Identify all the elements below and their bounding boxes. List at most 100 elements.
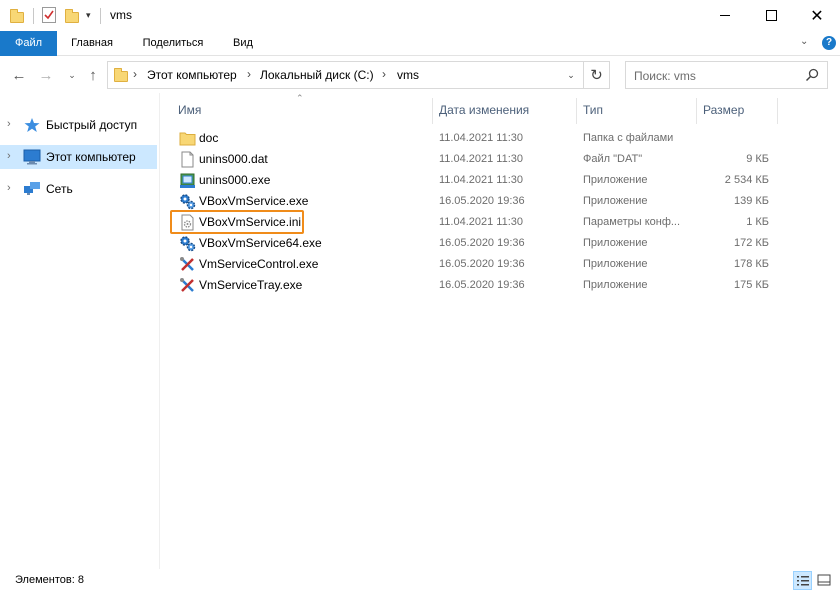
file-size: 172 КБ: [733, 237, 769, 249]
file-name: VBoxVmService.exe: [199, 194, 309, 208]
tab-view[interactable]: Вид: [224, 31, 262, 56]
tab-share[interactable]: Поделиться: [134, 31, 212, 56]
chevron-right-icon[interactable]: ›: [247, 67, 251, 81]
breadcrumb-vms[interactable]: vms: [397, 68, 419, 82]
file-name: unins000.dat: [199, 152, 268, 166]
help-icon[interactable]: ?: [822, 36, 836, 50]
file-name: unins000.exe: [199, 173, 271, 187]
sidebar-item-label: Этот компьютер: [46, 150, 136, 164]
tab-home[interactable]: Главная: [62, 31, 122, 56]
sidebar-item-quick-access[interactable]: › Быстрый доступ: [0, 113, 157, 137]
file-row-highlighted[interactable]: VBoxVmService.ini 11.04.2021 11:30 Парам…: [170, 210, 780, 234]
divider: [33, 8, 34, 24]
column-divider[interactable]: [777, 98, 778, 124]
file-size: 1 КБ: [746, 216, 769, 228]
file-size: 175 КБ: [733, 279, 769, 291]
file-size: 178 КБ: [733, 258, 769, 270]
file-size: 2 534 КБ: [724, 174, 769, 186]
file-date: 16.05.2020 19:36: [439, 195, 525, 207]
maximize-button[interactable]: [748, 0, 794, 31]
folder-icon: [179, 132, 196, 146]
chevron-right-icon[interactable]: ›: [7, 118, 11, 130]
sidebar-item-this-pc[interactable]: › Этот компьютер: [0, 145, 157, 169]
folder-icon: [114, 68, 128, 82]
search-icon[interactable]: [805, 68, 819, 82]
document-icon: [181, 151, 194, 168]
file-type: Приложение: [583, 279, 648, 291]
column-header-date[interactable]: Дата изменения: [439, 103, 529, 117]
file-date: 11.04.2021 11:30: [439, 153, 524, 165]
file-name: VmServiceControl.exe: [199, 257, 319, 271]
forward-button[interactable]: →: [37, 65, 55, 85]
sidebar-item-label: Быстрый доступ: [46, 118, 138, 132]
computer-icon: [23, 149, 41, 165]
breadcrumb-this-pc[interactable]: Этот компьютер: [147, 68, 237, 82]
details-view-icon: [797, 576, 809, 586]
file-date: 16.05.2020 19:36: [439, 279, 525, 291]
up-button[interactable]: ↑: [84, 65, 102, 85]
refresh-button[interactable]: ↻: [583, 61, 610, 89]
column-divider[interactable]: [696, 98, 697, 124]
file-size: 139 КБ: [733, 195, 769, 207]
chevron-right-icon[interactable]: ›: [7, 150, 11, 162]
minimize-button[interactable]: [702, 0, 748, 31]
column-divider[interactable]: [432, 98, 433, 124]
settings-file-icon: [181, 214, 194, 231]
installer-icon: [180, 173, 195, 188]
chevron-right-icon[interactable]: ›: [7, 182, 11, 194]
window-title: vms: [110, 8, 132, 22]
close-button[interactable]: ✕: [794, 0, 840, 31]
file-type: Папка с файлами: [583, 132, 674, 144]
details-view-button[interactable]: [793, 571, 812, 590]
customize-toolbar-icon[interactable]: ▾: [86, 10, 91, 21]
back-button[interactable]: ←: [10, 65, 28, 85]
file-row[interactable]: VmServiceTray.exe 16.05.2020 19:36 Прило…: [170, 275, 780, 296]
column-header-name[interactable]: Имя: [178, 103, 201, 117]
service-gear-icon: [180, 236, 196, 252]
file-row[interactable]: doc 11.04.2021 11:30 Папка с файлами: [170, 128, 780, 149]
breadcrumb-local-disk[interactable]: Локальный диск (C:): [260, 68, 374, 82]
column-header-size[interactable]: Размер: [703, 103, 744, 117]
file-name: VmServiceTray.exe: [199, 278, 303, 292]
file-type: Приложение: [583, 174, 648, 186]
properties-icon[interactable]: [42, 7, 56, 23]
file-date: 11.04.2021 11:30: [439, 216, 524, 228]
large-icons-view-button[interactable]: [815, 571, 834, 590]
file-row[interactable]: unins000.exe 11.04.2021 11:30 Приложение…: [170, 170, 780, 191]
file-row[interactable]: VBoxVmService.exe 16.05.2020 19:36 Прило…: [170, 191, 780, 212]
file-row[interactable]: VBoxVmService64.exe 16.05.2020 19:36 При…: [170, 233, 780, 254]
tools-icon: [180, 257, 194, 271]
network-icon: [24, 182, 40, 195]
divider: [100, 8, 101, 24]
address-dropdown-icon[interactable]: ⌄: [560, 61, 582, 89]
file-row[interactable]: VmServiceControl.exe 16.05.2020 19:36 Пр…: [170, 254, 780, 275]
file-date: 11.04.2021 11:30: [439, 174, 524, 186]
tools-icon: [180, 278, 194, 292]
file-size: 9 КБ: [746, 153, 769, 165]
search-box[interactable]: [625, 61, 828, 89]
tab-file[interactable]: Файл: [0, 31, 57, 56]
column-header-type[interactable]: Тип: [583, 103, 603, 117]
file-type: Параметры конф...: [583, 216, 681, 228]
new-folder-icon[interactable]: [65, 9, 79, 23]
sidebar-item-label: Сеть: [46, 182, 73, 196]
sort-ascending-icon: ⌃: [296, 93, 304, 103]
chevron-right-icon[interactable]: ›: [133, 67, 137, 81]
chevron-right-icon[interactable]: ›: [382, 67, 386, 81]
recent-locations-button[interactable]: ⌄: [63, 65, 81, 85]
column-header-row: ⌃ Имя Дата изменения Тип Размер: [170, 93, 780, 125]
sidebar-item-network[interactable]: › Сеть: [0, 177, 157, 201]
search-input[interactable]: [634, 68, 804, 84]
chevron-down-icon[interactable]: ⌄: [800, 36, 808, 47]
star-icon: [24, 118, 40, 132]
column-divider[interactable]: [576, 98, 577, 124]
item-count: Элементов: 8: [15, 574, 84, 586]
title-bar: ▾ vms ✕: [0, 0, 840, 31]
file-type: Приложение: [583, 195, 648, 207]
file-date: 16.05.2020 19:36: [439, 258, 525, 270]
file-type: Файл "DAT": [583, 153, 643, 165]
address-bar[interactable]: › Этот компьютер › Локальный диск (C:) ›…: [107, 61, 610, 89]
file-row[interactable]: unins000.dat 11.04.2021 11:30 Файл "DAT"…: [170, 149, 780, 170]
folder-icon: [10, 9, 24, 23]
file-name: VBoxVmService64.exe: [199, 236, 322, 250]
